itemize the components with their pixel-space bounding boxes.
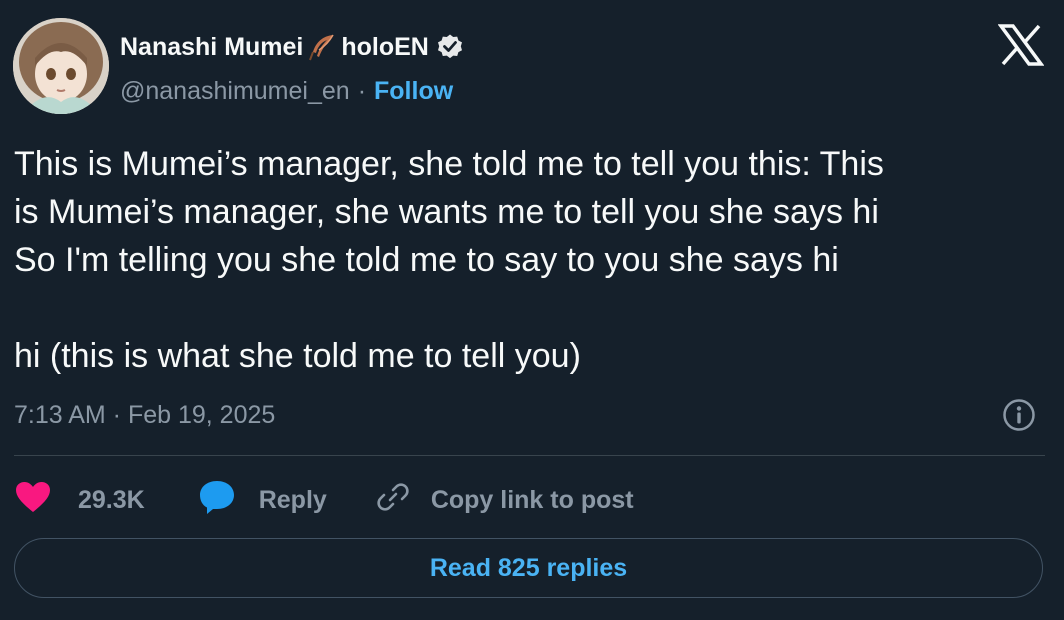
author-avatar[interactable] xyxy=(13,18,109,114)
copy-link-button[interactable]: Copy link to post xyxy=(375,479,634,522)
author-display-name[interactable]: Nanashi Mumei xyxy=(120,33,303,62)
verified-badge-icon[interactable] xyxy=(436,33,464,61)
feather-icon xyxy=(307,32,337,62)
follow-button[interactable]: Follow xyxy=(374,77,453,106)
tweet-line: This is Mumei’s manager, she told me to … xyxy=(14,145,884,183)
like-count: 29.3K xyxy=(78,485,145,514)
link-icon xyxy=(375,479,411,522)
x-logo-icon[interactable] xyxy=(997,24,1045,66)
like-button[interactable]: 29.3K xyxy=(14,480,145,521)
reply-bubble-icon xyxy=(197,479,237,522)
divider xyxy=(14,455,1045,456)
reply-button[interactable]: Reply xyxy=(197,479,327,522)
copy-link-label: Copy link to post xyxy=(430,485,634,514)
tweet-line: So I'm telling you she told me to say to… xyxy=(14,241,839,279)
info-icon[interactable] xyxy=(1002,398,1036,432)
heart-icon xyxy=(14,480,52,521)
author-name-row[interactable]: Nanashi Mumei holoEN xyxy=(120,30,464,64)
tweet-line: is Mumei’s manager, she wants me to tell… xyxy=(14,193,879,231)
action-bar: 29.3K Reply Copy link to post xyxy=(14,478,1044,522)
tweet-body: This is Mumei’s manager, she told me to … xyxy=(14,140,1044,380)
author-name-suffix: holoEN xyxy=(341,32,429,61)
separator-dot: · xyxy=(357,76,367,105)
tweet-line: hi (this is what she told me to tell you… xyxy=(14,337,581,375)
avatar-image xyxy=(13,18,109,114)
tweet-timestamp[interactable]: 7:13 AM · Feb 19, 2025 xyxy=(14,398,275,432)
author-handle[interactable]: @nanashimumei_en xyxy=(120,77,350,106)
author-handle-row: @nanashimumei_en · Follow xyxy=(120,74,453,108)
reply-label: Reply xyxy=(258,485,327,514)
read-replies-button[interactable]: Read 825 replies xyxy=(14,538,1043,598)
